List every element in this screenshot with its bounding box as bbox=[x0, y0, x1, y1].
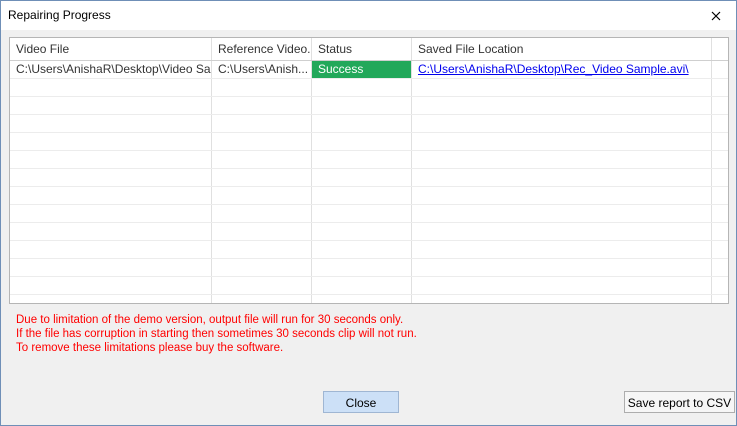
empty-cell bbox=[412, 259, 712, 276]
empty-cell bbox=[10, 241, 212, 258]
empty-table-row bbox=[10, 115, 728, 133]
empty-cell bbox=[212, 205, 312, 222]
empty-cell bbox=[412, 277, 712, 294]
empty-cell bbox=[312, 115, 412, 132]
column-header-filler bbox=[712, 38, 728, 60]
empty-cell bbox=[312, 277, 412, 294]
empty-cell bbox=[212, 223, 312, 240]
empty-cell bbox=[412, 223, 712, 240]
cell-video-file: C:\Users\AnishaR\Desktop\Video Sam... bbox=[10, 61, 212, 78]
close-icon bbox=[711, 11, 721, 20]
title-bar: Repairing Progress bbox=[1, 1, 736, 30]
repair-progress-dialog: Repairing Progress Video File Reference … bbox=[0, 0, 737, 426]
empty-cell bbox=[10, 169, 212, 186]
empty-table-row bbox=[10, 169, 728, 187]
empty-cell bbox=[312, 295, 412, 303]
empty-cell bbox=[212, 97, 312, 114]
empty-table-row bbox=[10, 97, 728, 115]
empty-cell bbox=[412, 295, 712, 303]
empty-cell bbox=[10, 79, 212, 96]
empty-cell bbox=[312, 97, 412, 114]
empty-cell bbox=[212, 151, 312, 168]
empty-cell bbox=[312, 223, 412, 240]
empty-cell bbox=[312, 79, 412, 96]
column-header-status[interactable]: Status bbox=[312, 38, 412, 60]
empty-table-row bbox=[10, 223, 728, 241]
empty-table-row bbox=[10, 241, 728, 259]
empty-table-row bbox=[10, 295, 728, 303]
notice-line: If the file has corruption in starting t… bbox=[16, 328, 417, 340]
empty-cell bbox=[212, 133, 312, 150]
empty-cell bbox=[212, 169, 312, 186]
empty-cell bbox=[312, 151, 412, 168]
empty-cell bbox=[212, 79, 312, 96]
empty-cell bbox=[10, 277, 212, 294]
empty-cell bbox=[412, 151, 712, 168]
column-header-reference-video[interactable]: Reference Video... bbox=[212, 38, 312, 60]
window-close-button[interactable] bbox=[696, 1, 736, 30]
empty-cell bbox=[10, 223, 212, 240]
empty-cell bbox=[412, 133, 712, 150]
empty-table-row bbox=[10, 205, 728, 223]
cell-status-success: Success bbox=[312, 61, 412, 78]
empty-cell bbox=[212, 115, 312, 132]
empty-cell bbox=[212, 277, 312, 294]
empty-table-row bbox=[10, 259, 728, 277]
empty-cell bbox=[412, 115, 712, 132]
demo-limitation-notice: Due to limitation of the demo version, o… bbox=[16, 313, 417, 355]
empty-cell bbox=[412, 205, 712, 222]
empty-cell bbox=[312, 205, 412, 222]
results-table[interactable]: Video File Reference Video... Status Sav… bbox=[9, 37, 729, 304]
empty-table-row bbox=[10, 187, 728, 205]
empty-cell bbox=[412, 169, 712, 186]
empty-cell bbox=[10, 97, 212, 114]
column-header-saved-location[interactable]: Saved File Location bbox=[412, 38, 712, 60]
saved-file-link[interactable]: C:\Users\AnishaR\Desktop\Rec_Video Sampl… bbox=[418, 62, 689, 76]
empty-cell bbox=[212, 187, 312, 204]
save-report-csv-button[interactable]: Save report to CSV bbox=[624, 391, 735, 413]
empty-cell bbox=[10, 259, 212, 276]
table-row[interactable]: C:\Users\AnishaR\Desktop\Video Sam... C:… bbox=[10, 61, 728, 79]
empty-cell bbox=[312, 133, 412, 150]
table-header: Video File Reference Video... Status Sav… bbox=[10, 38, 728, 61]
empty-cell bbox=[10, 133, 212, 150]
empty-cell bbox=[312, 241, 412, 258]
empty-table-row bbox=[10, 79, 728, 97]
empty-cell bbox=[412, 79, 712, 96]
column-header-video-file[interactable]: Video File bbox=[10, 38, 212, 60]
empty-cell bbox=[10, 295, 212, 303]
empty-table-row bbox=[10, 151, 728, 169]
empty-cell bbox=[312, 169, 412, 186]
empty-cell bbox=[412, 187, 712, 204]
empty-cell bbox=[312, 259, 412, 276]
empty-cell bbox=[412, 241, 712, 258]
empty-cell bbox=[10, 151, 212, 168]
empty-cell bbox=[212, 259, 312, 276]
notice-line: Due to limitation of the demo version, o… bbox=[16, 314, 404, 326]
empty-table-row bbox=[10, 133, 728, 151]
cell-reference-video: C:\Users\Anish... bbox=[212, 61, 312, 78]
empty-cell bbox=[10, 187, 212, 204]
empty-cell bbox=[412, 97, 712, 114]
empty-cell bbox=[10, 115, 212, 132]
cell-saved-location: C:\Users\AnishaR\Desktop\Rec_Video Sampl… bbox=[412, 61, 712, 78]
empty-cell bbox=[312, 187, 412, 204]
close-button[interactable]: Close bbox=[323, 391, 399, 413]
empty-cell bbox=[212, 241, 312, 258]
empty-table-row bbox=[10, 277, 728, 295]
empty-cell bbox=[212, 295, 312, 303]
window-title: Repairing Progress bbox=[8, 8, 111, 22]
empty-cell bbox=[10, 205, 212, 222]
notice-line: To remove these limitations please buy t… bbox=[16, 342, 284, 354]
